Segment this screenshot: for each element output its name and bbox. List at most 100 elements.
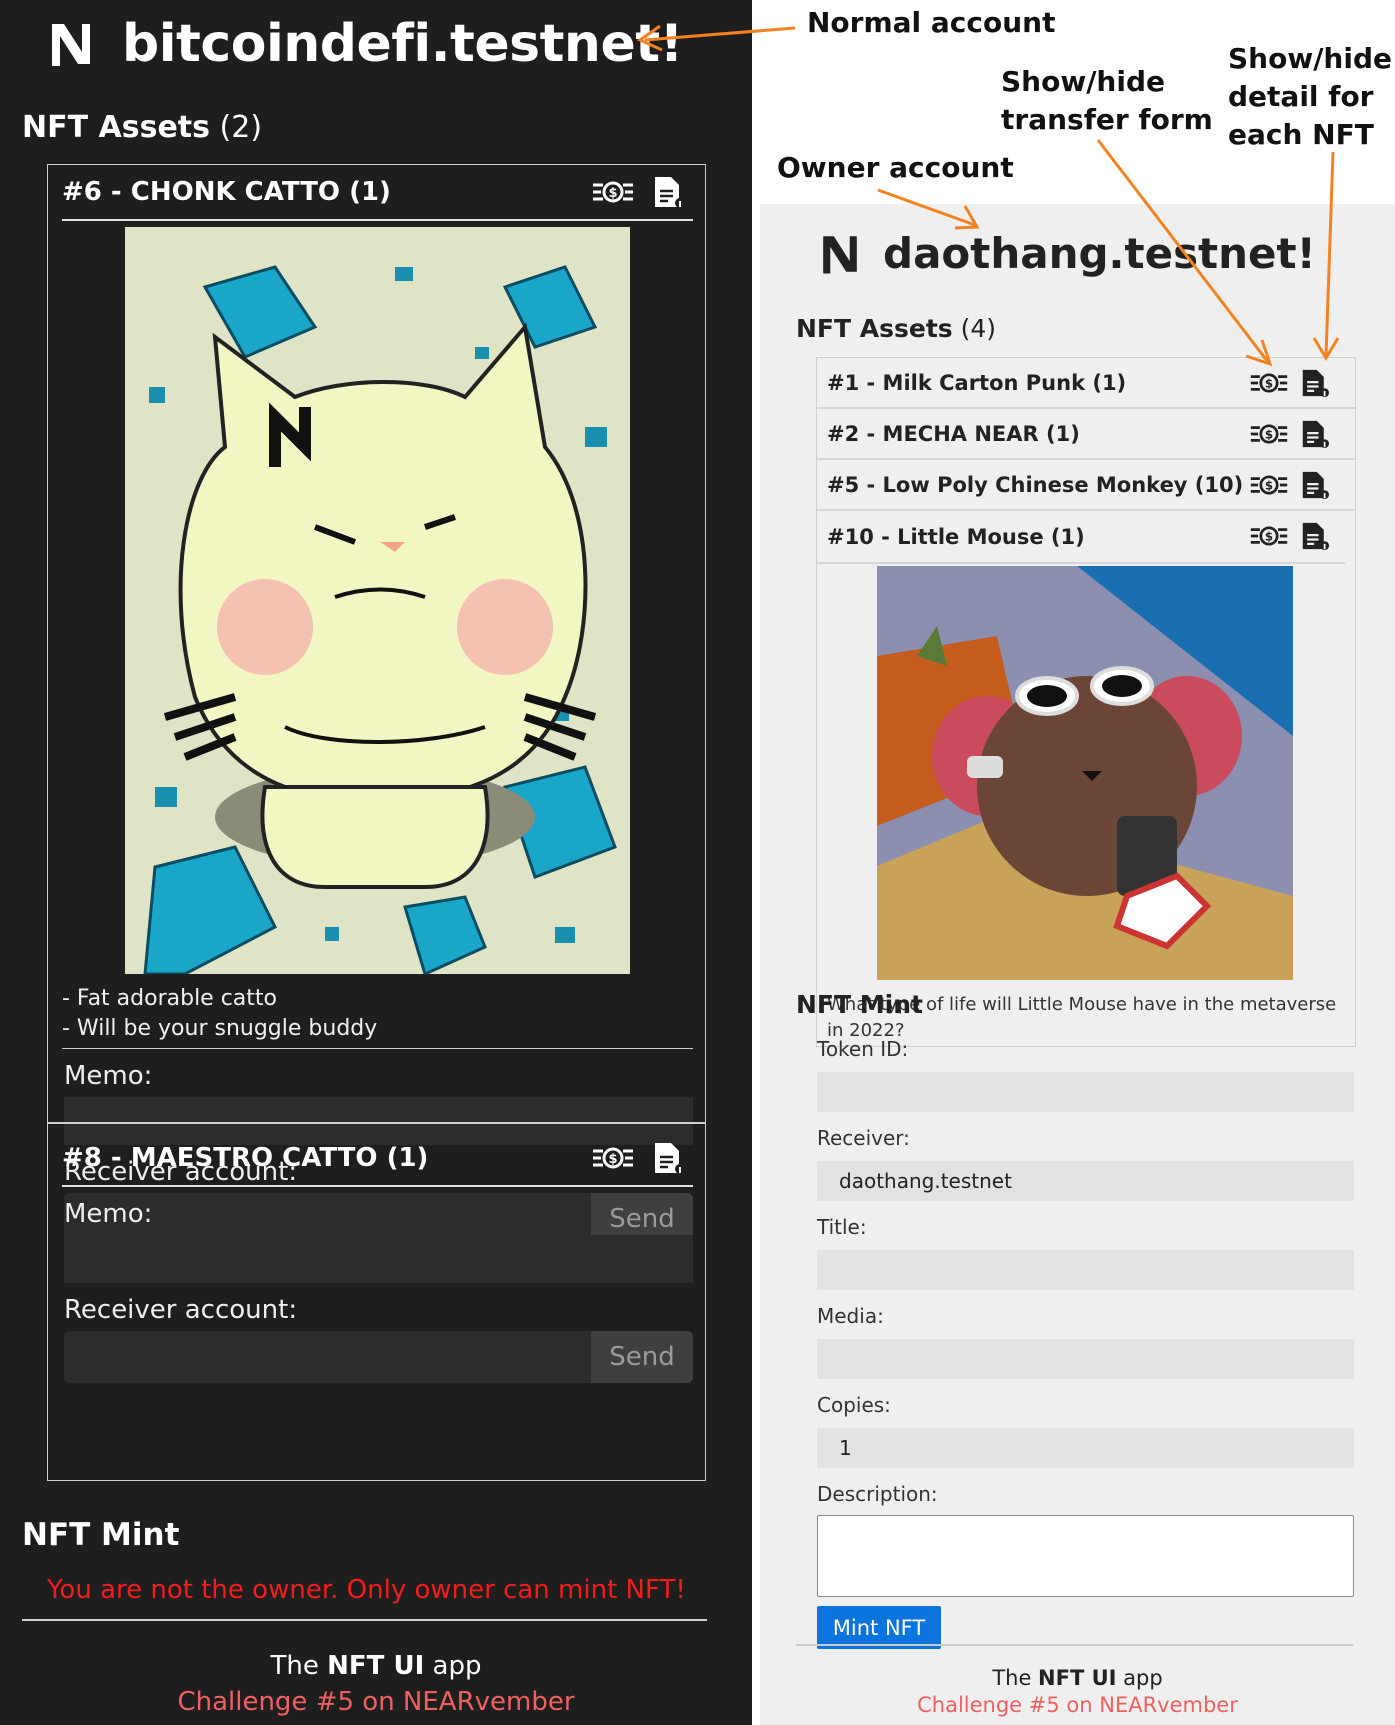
footer-post: app xyxy=(1116,1666,1163,1690)
svg-text:$: $ xyxy=(1265,479,1273,493)
normal-account-panel: bitcoindefi.testnet! NFT Assets (2) #6 -… xyxy=(0,0,752,1725)
nft-item-name: #6 - CHONK CATTO (1) xyxy=(62,177,391,207)
nft-item-name: #10 - Little Mouse (1) xyxy=(827,524,1085,549)
media-label: Media: xyxy=(817,1304,884,1328)
document-info-icon[interactable] xyxy=(653,175,685,209)
nft-description: - Fat adorable catto - Will be your snug… xyxy=(62,984,693,1044)
token-id-label: Token ID: xyxy=(817,1037,909,1061)
nft-item-name: #1 - Milk Carton Punk (1) xyxy=(827,370,1127,395)
nft-assets-heading: NFT Assets (4) xyxy=(796,314,996,343)
owner-account-panel: daothang.testnet! NFT Assets (4) #1 - Mi… xyxy=(760,204,1395,1725)
assets-label: NFT Assets xyxy=(796,314,953,343)
divider xyxy=(796,1644,1353,1646)
footer-challenge-link[interactable]: Challenge #5 on NEARvember xyxy=(760,1693,1395,1717)
account-title: daothang.testnet! xyxy=(883,229,1316,278)
nft-list: #1 - Milk Carton Punk (1) $ #2 - MECHA N… xyxy=(816,357,1356,1047)
receiver-input[interactable] xyxy=(64,1331,591,1383)
nft-description-line: - Fat adorable catto xyxy=(62,986,277,1011)
assets-count: (4) xyxy=(960,314,997,343)
description-label: Description: xyxy=(817,1482,938,1506)
annotation-detail: Show/hide detail for each NFT xyxy=(1228,40,1392,154)
document-info-icon[interactable] xyxy=(1301,368,1329,398)
nft-list: #6 - CHONK CATTO (1) $ - Fat adorable ca… xyxy=(47,164,706,1481)
annotation-normal-account: Normal account xyxy=(807,6,1056,39)
memo-label: Memo: xyxy=(64,1199,153,1229)
divider xyxy=(48,1122,705,1124)
transfer-form: Memo: Receiver account: Send xyxy=(62,1199,693,1383)
send-button[interactable]: Send xyxy=(591,1331,693,1383)
money-transfer-icon[interactable]: $ xyxy=(1249,522,1289,550)
footer-post: app xyxy=(424,1651,482,1681)
nft-item-header: #8 - MAESTRO CATTO (1) $ xyxy=(62,1131,693,1187)
footer-text: The NFT UI app xyxy=(760,1666,1395,1690)
nft-item-header: #10 - Little Mouse (1) $ xyxy=(817,511,1355,562)
nft-mint-heading: NFT Mint xyxy=(22,1517,180,1553)
nft-item-header: #6 - CHONK CATTO (1) $ xyxy=(62,165,693,221)
svg-text:$: $ xyxy=(1265,428,1273,442)
mint-form: Token ID: Receiver: daothang.testnet Tit… xyxy=(817,1037,1354,1649)
annotation-line: Show/hide xyxy=(1001,65,1165,98)
annotation-line: transfer form xyxy=(1001,103,1213,136)
nft-item-header: #1 - Milk Carton Punk (1) $ xyxy=(817,358,1355,409)
nft-assets-heading: NFT Assets (2) xyxy=(22,110,262,145)
money-transfer-icon[interactable]: $ xyxy=(591,1143,635,1173)
normal-header: bitcoindefi.testnet! xyxy=(46,14,683,74)
nft-item: #6 - CHONK CATTO (1) $ - Fat adorable ca… xyxy=(62,165,693,1245)
money-transfer-icon[interactable]: $ xyxy=(1249,369,1289,397)
annotation-line: detail for xyxy=(1228,80,1374,113)
money-transfer-icon[interactable]: $ xyxy=(1249,420,1289,448)
annotation-line: Show/hide xyxy=(1228,42,1392,75)
assets-count: (2) xyxy=(219,110,263,145)
near-logo-icon xyxy=(823,235,857,273)
document-info-icon[interactable] xyxy=(1301,419,1329,449)
nft-item-name: #5 - Low Poly Chinese Monkey (10) xyxy=(827,472,1244,497)
receiver-label: Receiver: xyxy=(817,1126,910,1150)
svg-text:$: $ xyxy=(608,186,617,201)
footer-app-name: NFT UI xyxy=(327,1651,425,1681)
nft-mint-heading: NFT Mint xyxy=(796,990,923,1019)
document-info-icon[interactable] xyxy=(1301,470,1329,500)
description-textarea[interactable] xyxy=(817,1515,1354,1597)
divider xyxy=(62,1048,693,1049)
copies-label: Copies: xyxy=(817,1393,891,1417)
money-transfer-icon[interactable]: $ xyxy=(591,177,635,207)
nft-description-line: - Will be your snuggle buddy xyxy=(62,1016,378,1041)
footer-challenge-link[interactable]: Challenge #5 on NEARvember xyxy=(0,1687,752,1717)
svg-text:$: $ xyxy=(1265,530,1273,544)
receiver-label: Receiver account: xyxy=(64,1295,298,1325)
footer-text: The NFT UI app xyxy=(0,1651,752,1681)
memo-label: Memo: xyxy=(64,1061,153,1091)
mint-nft-button[interactable]: Mint NFT xyxy=(817,1606,941,1649)
nft-item-header: #2 - MECHA NEAR (1) $ xyxy=(817,409,1355,460)
money-transfer-icon[interactable]: $ xyxy=(1249,471,1289,499)
not-owner-message: You are not the owner. Only owner can mi… xyxy=(47,1575,686,1605)
title-label: Title: xyxy=(817,1215,867,1239)
annotation-owner-account: Owner account xyxy=(777,151,1014,184)
media-input[interactable] xyxy=(817,1339,1354,1379)
nft-item-name: #2 - MECHA NEAR (1) xyxy=(827,421,1080,446)
token-id-input[interactable] xyxy=(817,1072,1354,1112)
document-info-icon[interactable] xyxy=(653,1141,685,1175)
document-info-icon[interactable] xyxy=(1301,521,1329,551)
annotation-line: each NFT xyxy=(1228,118,1374,151)
footer-app-name: NFT UI xyxy=(1038,1666,1117,1690)
annotation-transfer-form: Show/hide transfer form xyxy=(1001,63,1213,139)
title-input[interactable] xyxy=(817,1250,1354,1290)
memo-input[interactable] xyxy=(64,1235,693,1283)
nft-image-chonk-catto xyxy=(125,227,630,974)
nft-image-little-mouse xyxy=(877,566,1293,980)
footer-pre: The xyxy=(270,1651,328,1681)
owner-header: daothang.testnet! xyxy=(817,229,1316,278)
near-logo-icon xyxy=(52,24,90,66)
nft-item-name: #8 - MAESTRO CATTO (1) xyxy=(62,1143,429,1173)
receiver-input[interactable]: daothang.testnet xyxy=(817,1161,1354,1201)
nft-item-header: #5 - Low Poly Chinese Monkey (10) $ xyxy=(817,460,1355,511)
copies-input[interactable]: 1 xyxy=(817,1428,1354,1468)
svg-text:$: $ xyxy=(608,1152,617,1167)
footer-pre: The xyxy=(992,1666,1039,1690)
account-title: bitcoindefi.testnet! xyxy=(122,14,683,74)
divider xyxy=(817,562,1345,564)
svg-text:$: $ xyxy=(1265,377,1273,391)
nft-item: #8 - MAESTRO CATTO (1) $ Memo: Receiver … xyxy=(62,1131,693,1383)
divider xyxy=(22,1619,707,1621)
